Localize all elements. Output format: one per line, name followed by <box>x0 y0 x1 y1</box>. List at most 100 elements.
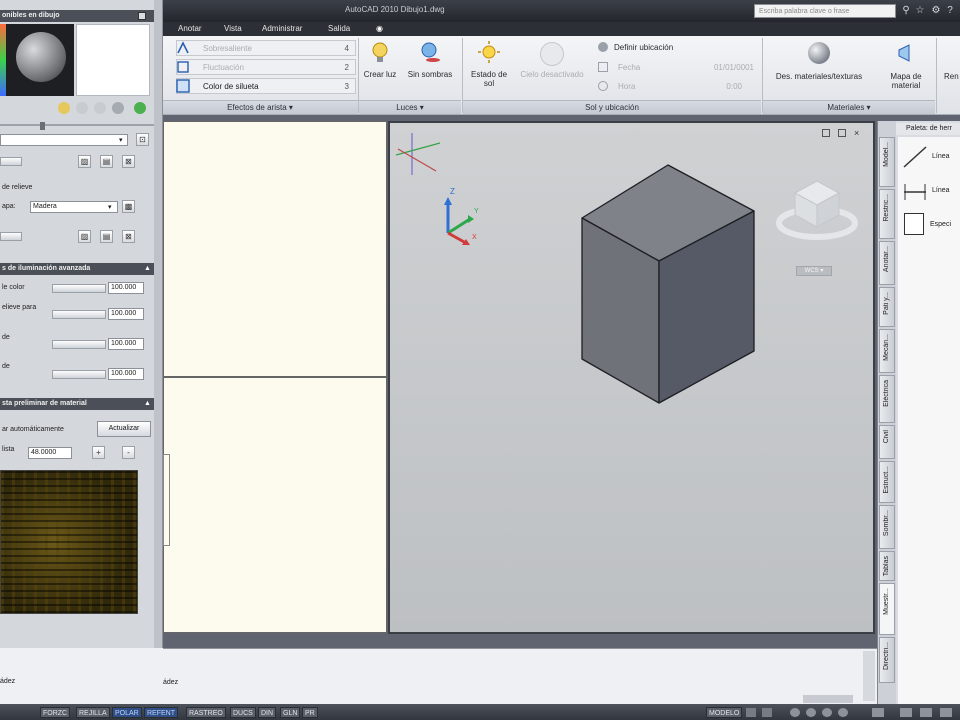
tab-anotar[interactable]: Anotar <box>172 23 208 34</box>
viewport-top-left[interactable] <box>163 121 387 377</box>
row-value-input[interactable]: 100.000 <box>108 338 144 350</box>
close-icon[interactable]: × <box>854 128 859 138</box>
search-input[interactable]: Escriba palabra clave o frase <box>754 4 896 18</box>
edit-icon[interactable]: ▤ <box>100 230 113 243</box>
material-map-icon[interactable] <box>895 42 917 64</box>
tab-anotar[interactable]: Anotar... <box>879 241 895 285</box>
command-prompt[interactable]: ádez <box>163 679 863 691</box>
update-button[interactable]: Actualizar <box>97 421 151 437</box>
row-slider[interactable] <box>52 370 106 379</box>
delete-icon[interactable]: ⊠ <box>122 155 135 168</box>
showmotion-icon[interactable] <box>838 708 848 717</box>
viewport-bottom-left[interactable] <box>163 377 387 633</box>
edge-row-sobresaliente[interactable]: Sobresaliente 4 <box>176 40 356 56</box>
new-material-icon[interactable] <box>58 102 70 114</box>
star-icon[interactable]: ☆ <box>914 5 926 17</box>
swatch-empty[interactable] <box>76 24 150 96</box>
edge-row-color-silueta[interactable]: Color de silueta 3 <box>176 78 356 94</box>
h-scrollbar[interactable] <box>803 695 853 703</box>
tab-pati[interactable]: Pati y... <box>879 287 895 327</box>
status-pr[interactable]: PR <box>302 707 318 718</box>
tab-directri[interactable]: Directri... <box>879 637 895 683</box>
settings-icon[interactable]: ⚙ <box>930 5 942 17</box>
date-value[interactable]: 01/01/0001 <box>702 63 754 72</box>
tab-muestr[interactable]: Muestr... <box>879 583 895 635</box>
tab-salida[interactable]: Salida <box>322 23 356 34</box>
binoculars-icon[interactable]: ⚲ <box>900 5 912 17</box>
set-location-button[interactable]: Definir ubicación <box>614 43 673 52</box>
lightbulb-icon[interactable] <box>368 40 392 64</box>
tab-administrar[interactable]: Administrar <box>256 23 308 34</box>
material-sphere-icon[interactable] <box>808 42 830 64</box>
minimize-icon[interactable] <box>822 129 830 137</box>
apply-icon[interactable] <box>112 102 124 114</box>
zoom-in-button[interactable]: + <box>92 446 105 459</box>
eye-icon[interactable]: ◉ <box>370 23 389 34</box>
steering-wheel-icon[interactable] <box>822 708 832 717</box>
layout-icon[interactable] <box>762 708 772 717</box>
tab-tablas[interactable]: Tablas <box>879 551 895 581</box>
sun-status-button[interactable]: Estado de sol <box>468 70 510 88</box>
row-value-input[interactable]: 100.000 <box>108 308 144 320</box>
palette-scrollbar[interactable] <box>154 0 162 648</box>
zoom-icon[interactable] <box>806 708 816 717</box>
pan-icon[interactable] <box>790 708 800 717</box>
map-type-select[interactable]: Madera <box>30 201 118 213</box>
annotation-scale-icon[interactable] <box>872 708 884 717</box>
panel-label-lights[interactable]: Luces ▾ <box>359 100 461 114</box>
template-icon[interactable]: ⊡ <box>136 133 149 146</box>
viewport-main[interactable]: Z Y X × WCS ▾ <box>388 121 875 634</box>
panel-label-materials[interactable]: Materiales ▾ <box>763 100 935 114</box>
status-din[interactable]: DIN <box>258 707 277 718</box>
material-swatch[interactable] <box>6 24 74 96</box>
maximize-icon[interactable] <box>838 129 846 137</box>
render-button[interactable]: Ren <box>944 72 960 81</box>
sky-off-button[interactable]: Cielo desactivado <box>514 70 590 79</box>
status-forzc[interactable]: FORZC <box>40 707 71 718</box>
map-icon[interactable]: ▨ <box>78 230 91 243</box>
tab-sombr[interactable]: Sombr... <box>879 505 895 549</box>
zoom-out-button[interactable]: - <box>122 446 135 459</box>
edit-icon[interactable]: ▤ <box>100 155 113 168</box>
tab-model[interactable]: Model... <box>879 137 895 187</box>
workspace-icon[interactable] <box>900 708 912 717</box>
time-value[interactable]: 0:00 <box>702 82 742 91</box>
status-rejilla[interactable]: REJILLA <box>76 707 110 718</box>
material-type-dropdown[interactable] <box>0 134 128 146</box>
relief-slider[interactable] <box>0 232 22 241</box>
tool-spec[interactable]: Especi <box>930 221 951 228</box>
create-light-button[interactable]: Crear luz <box>360 70 400 79</box>
des-materials-button[interactable]: Des. materiales/texturas <box>766 72 872 81</box>
delete-icon[interactable]: ⊠ <box>122 230 135 243</box>
map-settings-icon[interactable]: ▩ <box>122 200 135 213</box>
collapse-icon[interactable]: ▲ <box>144 265 151 272</box>
tool-line-1[interactable]: Línea <box>932 153 950 160</box>
layout-icon[interactable] <box>746 708 756 717</box>
size-input[interactable]: 48.0000 <box>28 447 72 459</box>
panel-label-edge-effects[interactable]: Efectos de arista ▾ <box>162 100 358 114</box>
divider-handle[interactable] <box>40 122 45 130</box>
purge-icon[interactable] <box>76 102 88 114</box>
attach-icon[interactable] <box>134 102 146 114</box>
lock-icon[interactable] <box>920 708 932 717</box>
no-shadows-button[interactable]: Sin sombras <box>404 70 456 79</box>
edge-row-fluctuacion[interactable]: Fluctuación 2 <box>176 59 356 75</box>
command-window[interactable]: ádez <box>163 648 877 705</box>
collapse-icon[interactable] <box>138 12 146 20</box>
command-scrollbar[interactable] <box>863 651 875 701</box>
status-model[interactable]: MODELO <box>706 707 743 718</box>
row-slider[interactable] <box>52 310 106 319</box>
tab-electrica[interactable]: Eléctrica <box>879 375 895 423</box>
row-slider[interactable] <box>52 284 106 293</box>
status-ducs[interactable]: DUCS <box>230 707 256 718</box>
tool-line-2[interactable]: Línea <box>932 187 950 194</box>
panel-label-sun[interactable]: Sol y ubicación <box>463 100 761 114</box>
map-icon[interactable]: ▨ <box>78 155 91 168</box>
help-icon[interactable]: ? <box>944 5 956 17</box>
tab-civil[interactable]: Civil <box>879 425 895 459</box>
tab-estruct[interactable]: Estruct... <box>879 461 895 503</box>
tab-vista[interactable]: Vista <box>218 23 248 34</box>
row-value-input[interactable]: 100.000 <box>108 368 144 380</box>
collapse-icon[interactable]: ▲ <box>144 400 151 407</box>
material-map-button[interactable]: Mapa de material <box>878 72 934 90</box>
